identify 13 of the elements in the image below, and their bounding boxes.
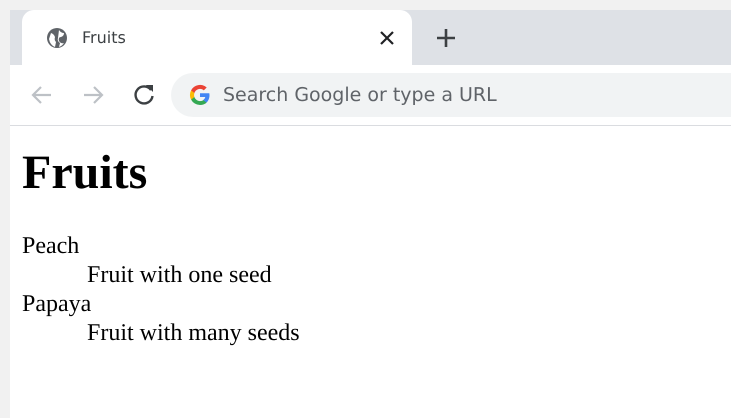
- definition-description: Fruit with one seed: [87, 260, 273, 290]
- tab-title: Fruits: [82, 28, 127, 47]
- definition-term: Papaya: [22, 290, 92, 319]
- close-icon[interactable]: [380, 30, 394, 44]
- definition-term: Peach: [22, 232, 80, 261]
- browser-tab[interactable]: Fruits: [22, 10, 412, 65]
- definition-description: Fruit with many seeds: [87, 318, 301, 348]
- address-bar[interactable]: Search Google or type a URL: [171, 73, 731, 117]
- google-icon: [189, 84, 211, 106]
- page-heading: Fruits: [22, 145, 148, 201]
- globe-icon: [46, 26, 68, 48]
- new-tab-icon[interactable]: [436, 28, 456, 48]
- reload-icon[interactable]: [132, 83, 156, 107]
